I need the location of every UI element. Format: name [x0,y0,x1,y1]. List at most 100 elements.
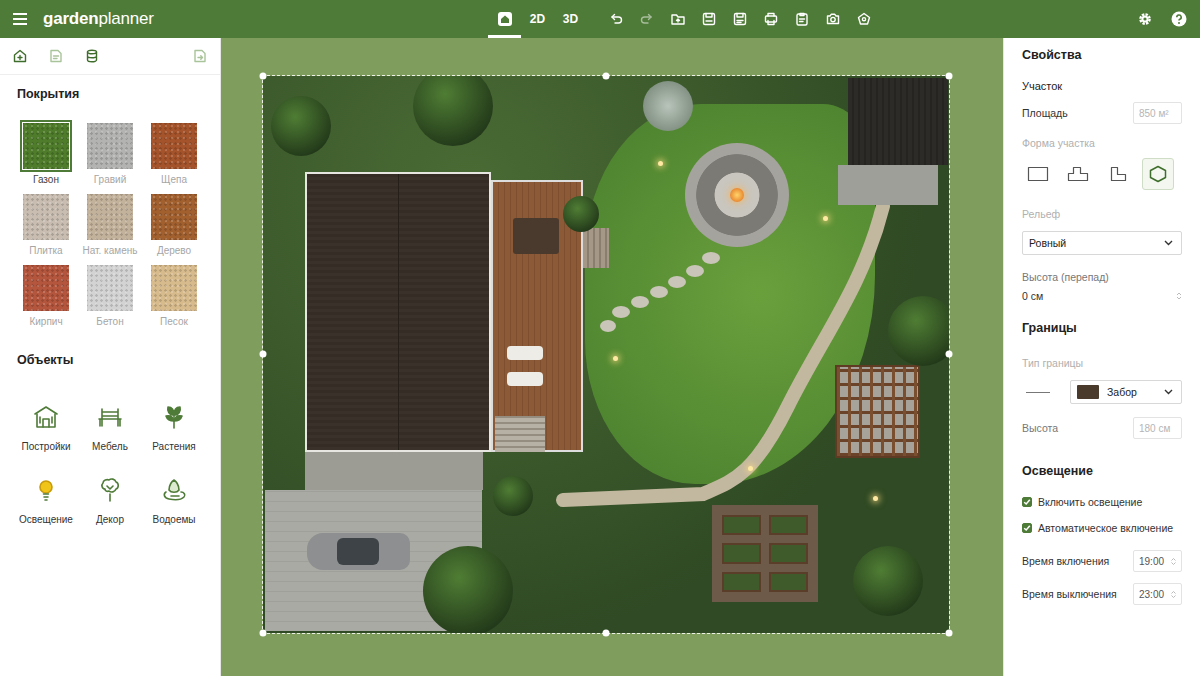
pond-icon [160,476,188,504]
lounger[interactable] [507,372,543,386]
top-bar: gardenplanner 2D3D [0,0,1200,38]
tool-button[interactable] [663,4,692,34]
header-action-button[interactable] [1137,11,1153,27]
covering-item[interactable]: Нат. камень [78,194,142,257]
covering-swatch [151,265,197,311]
object-category[interactable]: Постройки [14,403,78,453]
resize-handle[interactable] [260,73,267,80]
tool-button[interactable] [756,4,785,34]
border-height-label: Высота [1022,422,1058,434]
tree[interactable] [563,196,599,232]
tool-button[interactable] [601,4,630,34]
resize-handle[interactable] [946,351,953,358]
spinner-icon[interactable] [1171,557,1176,566]
tree[interactable] [493,476,533,516]
resize-handle[interactable] [260,630,267,637]
tool-button[interactable] [818,4,847,34]
garden-plot[interactable] [263,76,949,633]
shape-option[interactable] [1022,158,1054,190]
check-icon [1023,498,1031,506]
resize-handle[interactable] [603,73,610,80]
lounger[interactable] [507,346,543,360]
view-tab[interactable]: 2D [521,0,554,38]
covering-item[interactable]: Газон [14,123,78,186]
tree[interactable] [888,296,949,366]
dining-table[interactable] [513,218,559,254]
covering-item[interactable]: Гравий [78,123,142,186]
area-field[interactable]: 850 м² [1133,102,1182,124]
tool-button[interactable] [694,4,723,34]
stack-icon [84,48,100,64]
resize-handle[interactable] [603,630,610,637]
checkbox[interactable] [1022,497,1032,507]
time-field[interactable]: 23:00 [1133,583,1182,605]
border-height-field[interactable]: 180 см [1133,417,1182,439]
logo[interactable]: gardenplanner [43,9,154,29]
plan-canvas[interactable] [221,38,1003,676]
object-category-label: Декор [96,514,124,526]
spinner-icon[interactable] [1176,291,1182,301]
tree[interactable] [853,546,923,616]
resize-handle[interactable] [260,351,267,358]
covering-label: Щепа [161,174,187,186]
tool-button[interactable] [787,4,816,34]
resize-handle[interactable] [946,630,953,637]
menu-button[interactable] [13,13,27,25]
covering-item[interactable]: Плитка [14,194,78,257]
covering-item[interactable]: Щепа [142,123,206,186]
plot-title: Участок [1022,80,1182,92]
garden-light [658,161,663,166]
tree[interactable] [271,96,331,156]
left-panel-tab[interactable] [48,48,64,64]
tool-button[interactable] [632,4,661,34]
covering-item[interactable]: Дерево [142,194,206,257]
covering-item[interactable]: Кирпич [14,265,78,328]
border-type-select[interactable]: Забор [1070,380,1182,404]
house-roof[interactable] [305,172,491,452]
covering-item[interactable]: Бетон [78,265,142,328]
covering-item[interactable]: Песок [142,265,206,328]
shape-option[interactable] [1062,158,1094,190]
lighting-checkbox-row[interactable]: Включить освещение [1022,496,1182,508]
raised-beds[interactable] [712,505,818,602]
left-panel-tab[interactable] [84,48,100,64]
car[interactable] [307,533,410,570]
tree[interactable] [423,546,513,633]
tree[interactable] [413,76,493,146]
shape-option[interactable] [1102,158,1134,190]
fire-pit[interactable] [685,143,789,247]
shed[interactable] [848,78,948,165]
resize-handle[interactable] [946,73,953,80]
raised-bed [722,515,761,535]
time-field[interactable]: 19:00 [1133,550,1182,572]
view-tab[interactable] [488,0,521,38]
house-plus-icon [12,48,28,64]
left-panel-tab[interactable] [192,48,208,64]
view-tab[interactable]: 3D [554,0,587,38]
relief-select[interactable]: Ровный [1022,231,1182,255]
object-category[interactable]: Освещение [14,476,78,526]
object-category[interactable]: Растения [142,403,206,453]
spinner-icon[interactable] [1171,590,1176,599]
left-panel-tabs [0,38,220,75]
object-category[interactable]: Декор [78,476,142,526]
lighting-checkbox-row[interactable]: Автоматическое включение [1022,522,1182,534]
left-panel-tab[interactable] [12,48,28,64]
checkbox[interactable] [1022,523,1032,533]
garden-light [748,466,753,471]
l-shape-icon [1067,165,1089,183]
line-style-icon[interactable] [1026,392,1050,393]
garden-light [613,356,618,361]
raised-bed [722,543,761,563]
object-category[interactable]: Мебель [78,403,142,453]
spacer [878,0,1137,38]
save-as-icon [732,11,748,27]
tree[interactable] [643,81,693,131]
header-action-button[interactable] [1171,11,1187,27]
height-diff-value[interactable]: 0 см [1022,290,1043,302]
pergola[interactable] [835,365,920,458]
tool-button[interactable] [849,4,878,34]
shape-option[interactable] [1142,158,1174,190]
object-category[interactable]: Водоемы [142,476,206,526]
tool-button[interactable] [725,4,754,34]
